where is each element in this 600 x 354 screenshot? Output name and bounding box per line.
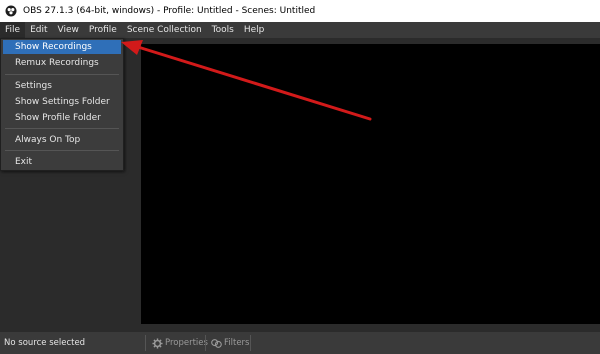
- menu-item-settings[interactable]: Settings: [3, 79, 121, 93]
- filters-button[interactable]: Filters: [211, 335, 249, 351]
- source-status-text: No source selected: [4, 338, 86, 348]
- menu-item-show-settings-folder[interactable]: Show Settings Folder: [3, 95, 121, 109]
- menu-view[interactable]: View: [53, 22, 84, 38]
- menu-help[interactable]: Help: [239, 22, 270, 38]
- file-menu-dropdown: Show Recordings Remux Recordings Setting…: [0, 38, 124, 171]
- menu-profile[interactable]: Profile: [84, 22, 122, 38]
- properties-label: Properties: [165, 338, 208, 348]
- menu-tools[interactable]: Tools: [207, 22, 239, 38]
- menu-item-show-recordings[interactable]: Show Recordings: [3, 40, 121, 54]
- filters-label: Filters: [224, 338, 250, 348]
- menu-item-remux-recordings[interactable]: Remux Recordings: [3, 56, 121, 70]
- properties-button[interactable]: Properties: [152, 335, 208, 351]
- source-toolbar: No source selected Properties Filters: [0, 332, 600, 354]
- preview-canvas[interactable]: [141, 44, 600, 324]
- toolbar-divider: [205, 335, 206, 351]
- menu-item-always-on-top[interactable]: Always On Top: [3, 133, 121, 147]
- menu-separator: [5, 74, 119, 75]
- obs-logo-icon: [5, 5, 17, 17]
- filters-icon: [211, 338, 222, 348]
- menu-scene-collection[interactable]: Scene Collection: [122, 22, 207, 38]
- menu-item-show-profile-folder[interactable]: Show Profile Folder: [3, 111, 121, 125]
- menu-separator: [5, 128, 119, 129]
- window-title: OBS 27.1.3 (64-bit, windows) - Profile: …: [23, 6, 316, 16]
- menu-bar: File Edit View Profile Scene Collection …: [0, 22, 600, 38]
- toolbar-divider: [145, 335, 146, 351]
- window-titlebar: OBS 27.1.3 (64-bit, windows) - Profile: …: [0, 0, 600, 22]
- toolbar-divider: [250, 335, 251, 351]
- menu-separator: [5, 150, 119, 151]
- menu-item-exit[interactable]: Exit: [3, 155, 121, 169]
- menu-edit[interactable]: Edit: [25, 22, 52, 38]
- menu-file[interactable]: File: [0, 22, 26, 38]
- gear-icon: [152, 337, 163, 349]
